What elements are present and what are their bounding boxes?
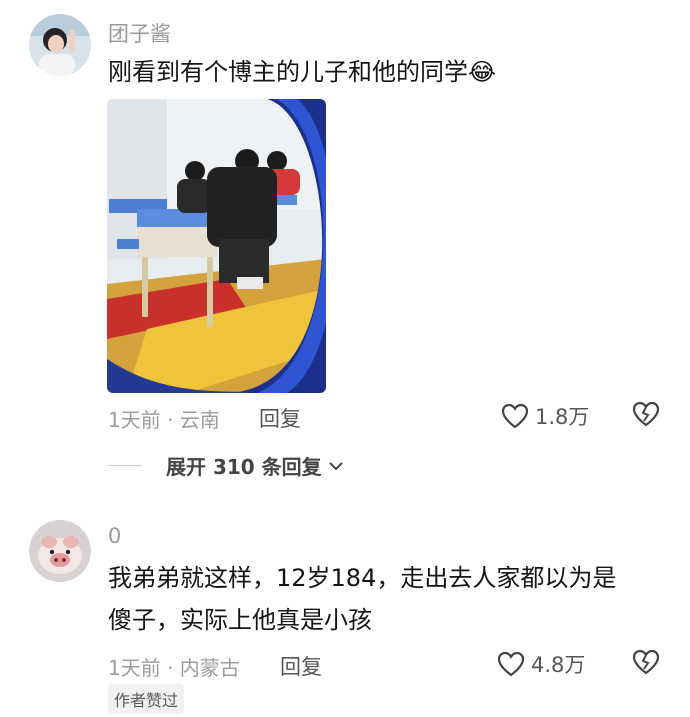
author-liked-badge: 作者赞过 [108,684,185,714]
comment-text-line-1: 我弟弟就这样，12岁184，走出去人家都以为是 [108,564,617,592]
dislike-button[interactable] [632,649,660,679]
time-location: 1天前 · 内蒙古 [108,656,240,680]
like-button[interactable]: 4.8万 [497,649,585,679]
like-count: 1.8万 [535,405,590,429]
like-button[interactable]: 1.8万 [501,401,589,431]
heart-outline-icon [497,651,525,677]
username[interactable]: 团子酱 [108,18,171,48]
expand-replies-button[interactable]: 展开 310 条回复 [108,451,344,480]
expand-replies-label: 展开 310 条回复 [166,455,322,479]
like-count: 4.8万 [531,653,586,677]
comment-text: 刚看到有个博主的儿子和他的同学😂 [108,58,497,86]
avatar[interactable] [29,14,91,76]
reply-button[interactable]: 回复 [280,651,322,681]
dislike-button[interactable] [632,401,660,431]
broken-heart-icon [632,649,660,675]
reply-button[interactable]: 回复 [259,403,301,433]
divider-line [108,465,142,466]
heart-outline-icon [501,403,529,429]
comment-text-line-2: 傻子，实际上他真是小孩 [108,606,372,634]
time-location: 1天前 · 云南 [108,408,220,432]
broken-heart-icon [632,401,660,427]
username[interactable]: 0 [108,524,121,548]
chevron-down-icon [328,461,343,470]
avatar[interactable] [29,520,91,582]
comment-image[interactable] [107,99,326,393]
